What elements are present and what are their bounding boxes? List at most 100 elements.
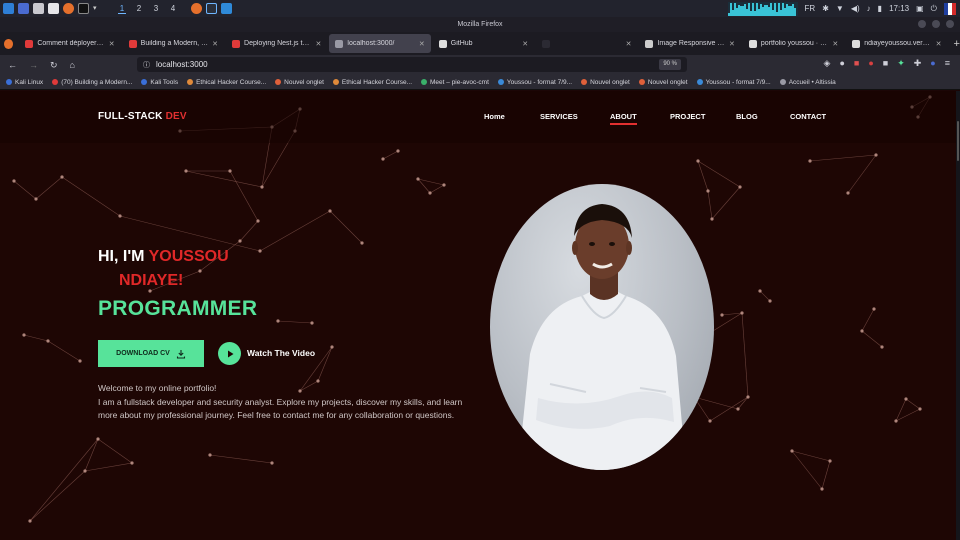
firefox-view-icon[interactable] — [4, 38, 14, 49]
browser-tab[interactable]: localhost:3000/ ✕ — [329, 34, 431, 53]
network-node — [710, 217, 714, 221]
close-tab-icon[interactable]: ✕ — [936, 40, 942, 48]
browser-tab[interactable]: GitHub ✕ — [433, 34, 534, 53]
browser-tab[interactable]: Deploying Nest.js to Ver ✕ — [226, 34, 327, 53]
close-tab-icon[interactable]: ✕ — [316, 40, 322, 48]
file-manager-icon[interactable] — [33, 3, 44, 14]
firefox-window-icon[interactable] — [191, 3, 202, 14]
workspace-3[interactable]: 3 — [152, 4, 160, 14]
browser-tab[interactable]: Image Responsive Pour P ✕ — [639, 34, 740, 53]
play-video-button[interactable] — [218, 342, 241, 365]
close-tab-icon[interactable]: ✕ — [212, 40, 218, 48]
lock-icon[interactable]: ▣ — [916, 4, 924, 13]
language-indicator[interactable]: FR — [805, 4, 816, 13]
browser-tab[interactable]: ndiayeyoussou.vercel.app ✕ — [846, 34, 947, 53]
clock[interactable]: 17:13 — [889, 4, 909, 13]
site-logo[interactable]: FULL-STACK DEV — [98, 111, 187, 122]
bookmark-item[interactable]: (70) Building a Modern... — [52, 79, 132, 86]
watch-video-link[interactable]: Watch The Video — [247, 348, 315, 358]
bookmark-item[interactable]: Meet – pie-avoc-cmt — [421, 79, 489, 86]
bluetooth-icon[interactable]: ✱ — [822, 4, 829, 13]
text-editor-icon[interactable] — [48, 3, 59, 14]
menu-button[interactable]: ≡ — [945, 58, 950, 69]
terminal-window-icon[interactable] — [206, 3, 217, 14]
network-line — [23, 334, 49, 342]
nav-about[interactable]: ABOUT — [610, 112, 637, 125]
zoom-badge[interactable]: 90 % — [659, 59, 681, 70]
battery-icon[interactable]: ▮ — [878, 4, 882, 13]
extension-icon-4[interactable]: ■ — [883, 58, 888, 69]
page-scrollbar[interactable] — [956, 91, 960, 540]
intro-welcome: Welcome to my online portfolio! — [98, 383, 217, 393]
nav-blog[interactable]: BLOG — [736, 112, 758, 121]
forward-button[interactable]: → — [29, 60, 38, 70]
bookmark-item[interactable]: Accueil • Altissia — [779, 79, 836, 86]
network-node — [328, 209, 332, 213]
bookmark-item[interactable]: Ethical Hacker Course... — [187, 79, 266, 86]
minimize-button[interactable] — [918, 20, 926, 28]
power-icon[interactable]: ⏻ — [931, 4, 937, 14]
kali-menu-icon[interactable] — [3, 3, 14, 14]
nav-home[interactable]: Home — [484, 112, 505, 121]
notifications-icon[interactable]: ♪ — [867, 4, 871, 13]
back-button[interactable]: ← — [8, 60, 17, 70]
bookmark-label: Nouvel onglet — [284, 78, 324, 86]
close-tab-icon[interactable]: ✕ — [522, 40, 528, 48]
network-node — [880, 345, 884, 349]
dropdown-icon[interactable]: ▾ — [93, 3, 104, 14]
nav-project[interactable]: PROJECT — [670, 112, 705, 121]
maximize-button[interactable] — [932, 20, 940, 28]
close-tab-icon[interactable]: ✕ — [419, 40, 425, 48]
workspace-4[interactable]: 4 — [169, 4, 177, 14]
new-tab-button[interactable]: + — [954, 38, 960, 50]
network-line — [229, 170, 259, 222]
extension-icon-3[interactable]: ● — [868, 58, 873, 69]
close-tab-icon[interactable]: ✕ — [832, 40, 838, 48]
extension-icon-5[interactable]: ✦ — [897, 58, 905, 69]
close-tab-icon[interactable]: ✕ — [109, 40, 115, 48]
workspace-switcher[interactable]: 1234 — [118, 4, 177, 14]
bookmark-item[interactable]: Nouvel onglet — [275, 79, 324, 86]
close-window-button[interactable] — [946, 20, 954, 28]
close-tab-icon[interactable]: ✕ — [626, 40, 632, 48]
extension-icon-2[interactable]: ■ — [854, 58, 859, 69]
network-icon[interactable]: ▼ — [836, 4, 844, 13]
bookmark-item[interactable]: Kali Linux — [6, 79, 43, 86]
download-cv-button[interactable]: DOWNLOAD CV — [98, 340, 204, 367]
browser-tab[interactable]: Comment déployer une ✕ — [19, 34, 120, 53]
firefox-icon[interactable] — [63, 3, 74, 14]
volume-icon[interactable]: ◀) — [851, 4, 860, 13]
extension-icon[interactable]: ● — [839, 58, 844, 69]
bookmark-item[interactable]: Youssou - format 7/9... — [696, 79, 771, 86]
bookmark-item[interactable]: Youssou - format 7/9... — [497, 79, 572, 86]
bookmark-item[interactable]: Nouvel onglet — [638, 79, 688, 86]
browser-tab[interactable]: ✕ — [536, 34, 637, 53]
workspace-2[interactable]: 2 — [135, 4, 143, 14]
bookmark-favicon-icon — [187, 79, 194, 85]
vscode-window-icon[interactable] — [221, 3, 232, 14]
workspace-1[interactable]: 1 — [118, 4, 126, 14]
extensions-button[interactable]: ✚ — [914, 58, 922, 69]
page-info-icon[interactable]: ⓘ — [143, 60, 150, 70]
url-text[interactable]: localhost:3000 — [156, 60, 208, 69]
url-bar[interactable]: ⓘ localhost:3000 90 % — [137, 57, 687, 72]
bookmark-item[interactable]: Kali Tools — [141, 79, 178, 86]
bookmark-label: (70) Building a Modern... — [61, 78, 133, 86]
terminal-icon[interactable] — [78, 3, 89, 14]
bookmark-favicon-icon — [141, 79, 148, 85]
bookmark-item[interactable]: Ethical Hacker Course... — [332, 79, 412, 86]
browser-tab[interactable]: Building a Modern, Resp ✕ — [123, 34, 224, 53]
desktop-icon[interactable] — [18, 3, 29, 14]
network-node — [872, 307, 876, 311]
home-button[interactable]: ⌂ — [70, 60, 75, 70]
reload-button[interactable]: ↻ — [50, 60, 58, 71]
account-icon[interactable]: ● — [930, 58, 935, 69]
close-tab-icon[interactable]: ✕ — [729, 40, 735, 48]
nav-services[interactable]: SERVICES — [540, 112, 578, 121]
pocket-icon[interactable]: ◈ — [824, 58, 831, 69]
bookmark-item[interactable]: Nouvel onglet — [581, 79, 630, 86]
browser-tab[interactable]: portfolio youssou · Over ✕ — [743, 34, 844, 53]
bookmark-label: Kali Linux — [15, 78, 44, 86]
tab-favicon-icon — [232, 39, 241, 48]
nav-contact[interactable]: CONTACT — [790, 112, 826, 121]
